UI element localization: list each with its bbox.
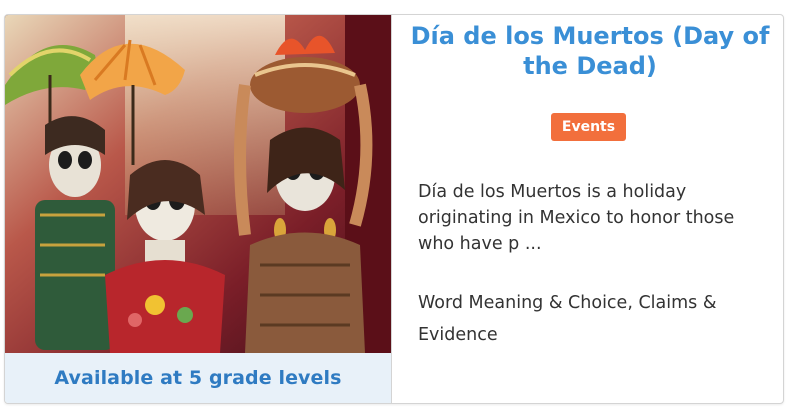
card-media[interactable]: Available at 5 grade levels xyxy=(5,15,392,403)
grade-levels-bar[interactable]: Available at 5 grade levels xyxy=(5,353,391,403)
category-badge-wrap: Events xyxy=(392,113,783,141)
article-description: Día de los Muertos is a holiday originat… xyxy=(418,182,735,254)
category-badge: Events xyxy=(550,113,627,141)
article-skills: Word Meaning & Choice, Claims & Evidence xyxy=(418,293,717,345)
grade-levels-label[interactable]: Available at 5 grade levels xyxy=(54,367,341,389)
article-title[interactable]: Día de los Muertos (Day of the Dead) xyxy=(410,21,770,81)
article-image[interactable] xyxy=(5,15,391,353)
article-card[interactable]: Available at 5 grade levels Día de los M… xyxy=(4,14,784,404)
card-body: Día de los Muertos (Day of the Dead) Eve… xyxy=(392,15,783,403)
